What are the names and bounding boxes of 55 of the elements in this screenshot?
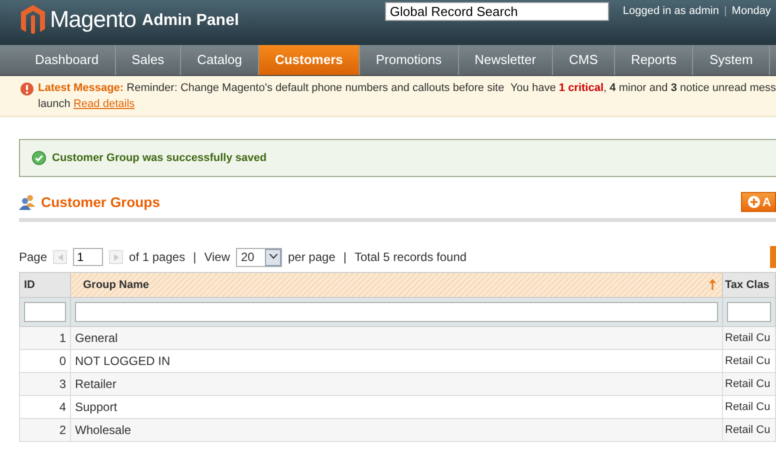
table-cell: 2 bbox=[20, 418, 70, 442]
previous-page-button[interactable] bbox=[53, 250, 68, 264]
page-count: of 1 pages bbox=[129, 250, 186, 264]
notice-message: Latest Message: Reminder: Change Magento's default phone numbers and callouts before site launch Read details bbox=[38, 81, 506, 112]
sort-arrow-icon bbox=[709, 279, 716, 290]
nav-tab[interactable]: Newsletter bbox=[458, 45, 554, 75]
table-cell: Retail Cu bbox=[722, 372, 776, 396]
left-arrow-icon bbox=[58, 254, 63, 260]
separator: | bbox=[724, 5, 727, 17]
logo-icon bbox=[20, 4, 46, 34]
column-header[interactable]: Tax Clas bbox=[722, 272, 776, 298]
table-cell: Retail Cu bbox=[722, 418, 776, 442]
check-icon bbox=[32, 151, 46, 165]
success-text: Customer Group was successfully saved bbox=[52, 152, 267, 164]
table-cell: General bbox=[70, 326, 722, 350]
filter-field[interactable] bbox=[24, 302, 66, 322]
nav-tab[interactable]: Reports bbox=[614, 45, 694, 75]
per-page-label: per page bbox=[288, 250, 336, 264]
users-icon bbox=[19, 194, 37, 210]
column-header[interactable]: ID bbox=[20, 272, 70, 298]
plus-icon bbox=[748, 196, 760, 208]
add-button[interactable]: A bbox=[741, 192, 776, 212]
nav-tab[interactable]: Sales bbox=[116, 45, 182, 75]
nav-tab[interactable]: Promotions bbox=[360, 45, 459, 75]
nav-tab[interactable]: System bbox=[693, 45, 770, 75]
next-page-button[interactable] bbox=[109, 250, 124, 264]
page-field[interactable]: 1 bbox=[73, 248, 104, 266]
nav-tab[interactable]: Customers bbox=[258, 45, 360, 75]
search-field[interactable]: Global Record Search bbox=[384, 2, 609, 21]
page-title: Customer Groups bbox=[41, 194, 162, 210]
records-count: Total 5 records found bbox=[354, 250, 467, 264]
user-label: Logged in as admin bbox=[622, 5, 719, 17]
date-label: Monday bbox=[732, 5, 771, 17]
logo-text: Magento bbox=[50, 6, 136, 32]
per-page-select[interactable]: 20 bbox=[236, 248, 282, 266]
column-header[interactable]: Group Name bbox=[70, 272, 722, 298]
read-details-link[interactable]: Read details bbox=[73, 98, 135, 110]
separator: | bbox=[193, 250, 196, 264]
filter-field[interactable] bbox=[727, 302, 771, 322]
notice-summary: You have 1 critical, 4 minor and 3 notice unread mess bbox=[510, 81, 776, 96]
table-cell: Wholesale bbox=[70, 418, 722, 442]
table-cell: 1 bbox=[20, 326, 70, 350]
nav-tab[interactable]: CMS bbox=[553, 45, 615, 75]
view-label: View bbox=[204, 250, 230, 264]
table-cell: 3 bbox=[20, 372, 70, 396]
caret-icon bbox=[268, 254, 278, 260]
alert-icon bbox=[20, 82, 34, 96]
table-cell: Retailer bbox=[70, 372, 722, 396]
right-arrow-icon bbox=[114, 254, 119, 260]
logo-subtitle: Admin Panel bbox=[142, 12, 239, 30]
table-cell: Retail Cu bbox=[722, 326, 776, 350]
nav-tab[interactable]: Dashboard bbox=[19, 45, 116, 75]
separator: | bbox=[343, 250, 346, 264]
filter-field[interactable] bbox=[75, 302, 718, 322]
page-label: Page bbox=[19, 250, 48, 264]
